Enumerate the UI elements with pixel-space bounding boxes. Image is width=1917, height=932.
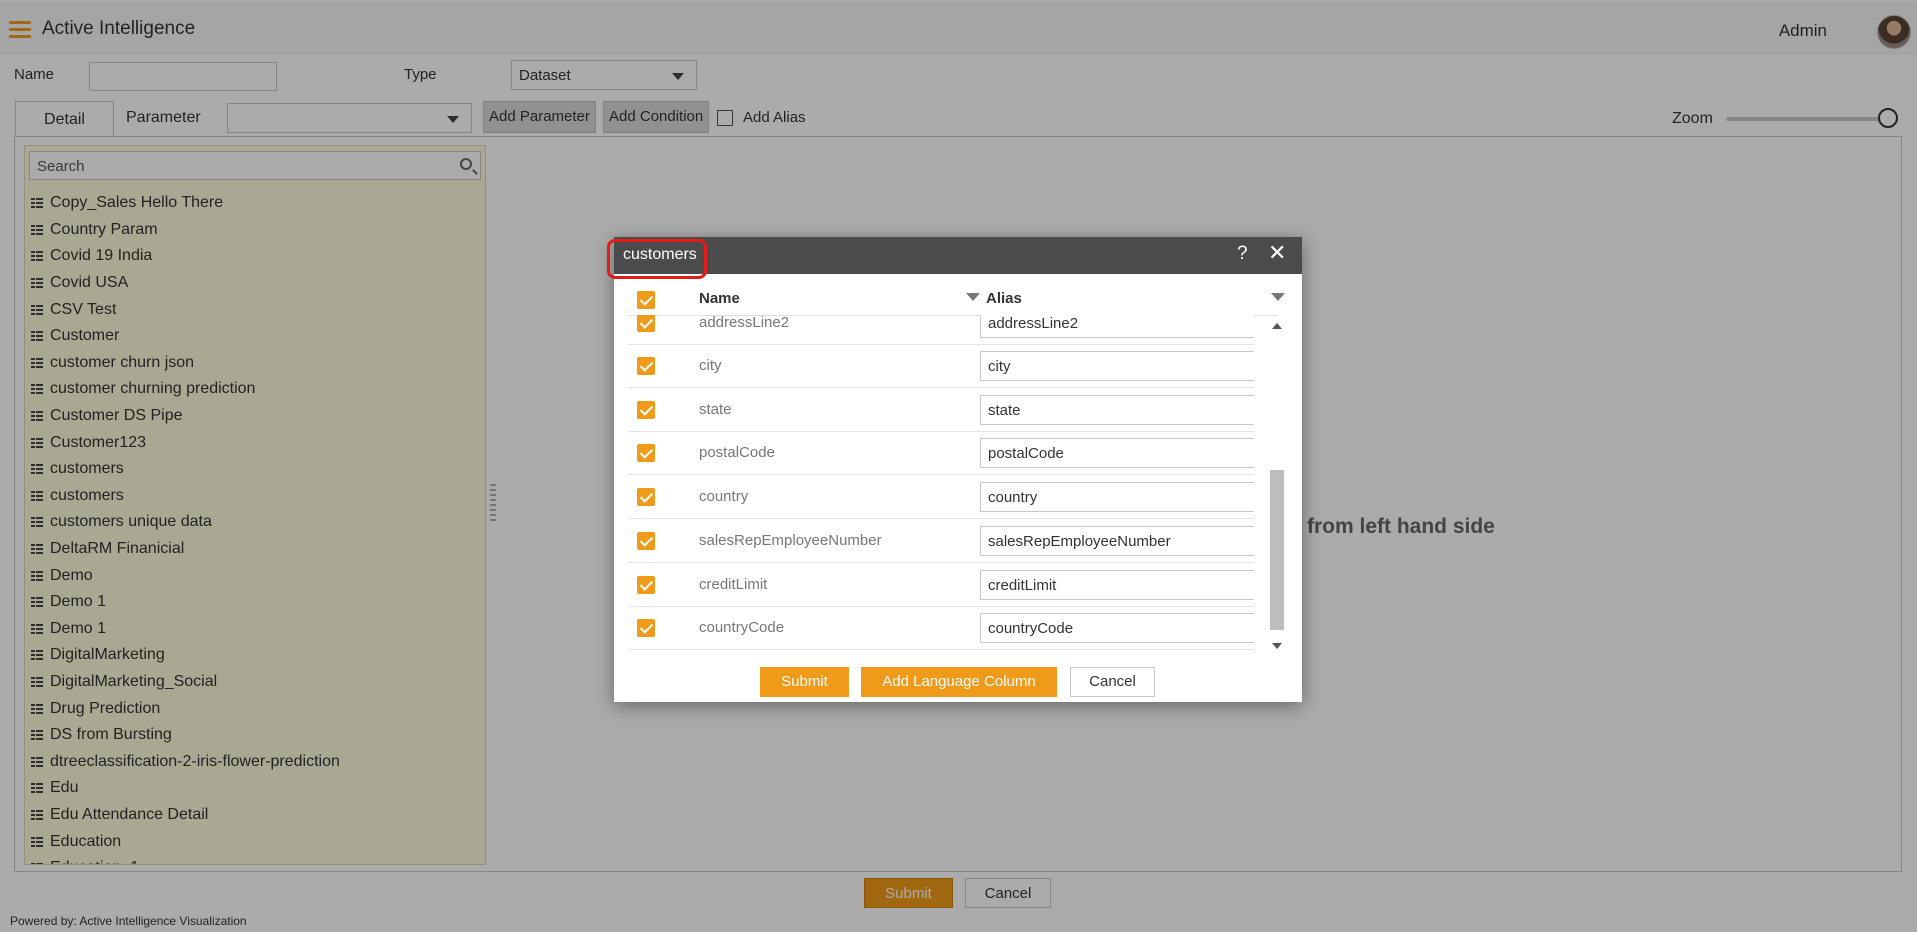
- alias-dialog: customers ? ✕ Name Alias addressLine2 add…: [607, 237, 1302, 702]
- column-name: salesRepEmployeeNumber: [699, 532, 882, 549]
- filter-icon[interactable]: [966, 293, 980, 301]
- column-header-alias: Alias: [986, 290, 1022, 307]
- column-row: postalCode postalCode: [628, 431, 1254, 475]
- row-checkbox[interactable]: [637, 401, 655, 419]
- column-row: city city: [628, 344, 1254, 388]
- column-name: city: [699, 357, 722, 374]
- close-icon[interactable]: ✕: [1268, 240, 1286, 266]
- column-name: creditLimit: [699, 576, 768, 593]
- column-name: countryCode: [699, 619, 785, 636]
- dialog-header: customers ? ✕: [607, 237, 1302, 279]
- column-row: countryCode countryCode: [628, 606, 1254, 650]
- dialog-cancel-button[interactable]: Cancel: [1070, 667, 1155, 697]
- add-language-column-button[interactable]: Add Language Column: [861, 667, 1057, 697]
- row-checkbox[interactable]: [637, 619, 655, 637]
- column-row: salesRepEmployeeNumber salesRepEmployeeNu…: [628, 519, 1254, 563]
- row-checkbox[interactable]: [637, 357, 655, 375]
- dialog-submit-button[interactable]: Submit: [760, 667, 849, 697]
- dialog-title: customers: [607, 239, 707, 279]
- scrollbar-thumb[interactable]: [1270, 470, 1284, 630]
- help-icon[interactable]: ?: [1237, 243, 1248, 265]
- row-checkbox[interactable]: [637, 532, 655, 550]
- row-checkbox[interactable]: [637, 576, 655, 594]
- title-highlight-annotation: [607, 239, 707, 279]
- column-name: postalCode: [699, 444, 775, 461]
- column-name: country: [699, 488, 749, 505]
- alias-input[interactable]: country: [980, 482, 1254, 512]
- alias-input[interactable]: countryCode: [980, 613, 1254, 643]
- dialog-scrollbar[interactable]: [1270, 323, 1284, 653]
- column-name: state: [699, 401, 732, 418]
- row-checkbox[interactable]: [637, 488, 655, 506]
- scroll-down-icon[interactable]: [1272, 643, 1282, 649]
- row-checkbox[interactable]: [637, 315, 655, 332]
- alias-input[interactable]: addressLine2: [980, 315, 1254, 338]
- column-row: state state: [628, 388, 1254, 432]
- row-checkbox[interactable]: [637, 444, 655, 462]
- alias-input[interactable]: postalCode: [980, 438, 1254, 468]
- column-row: addressLine2 addressLine2: [628, 315, 1254, 345]
- alias-input[interactable]: salesRepEmployeeNumber: [980, 526, 1254, 556]
- column-row: country country: [628, 475, 1254, 519]
- alias-input[interactable]: state: [980, 395, 1254, 425]
- column-table-header: Name Alias: [628, 283, 1285, 316]
- column-rows: addressLine2 addressLine2 city city state sta…: [628, 315, 1254, 655]
- column-header-name: Name: [699, 290, 740, 307]
- column-name: addressLine2: [699, 315, 790, 331]
- select-all-checkbox[interactable]: [637, 291, 655, 309]
- alias-input[interactable]: city: [980, 351, 1254, 381]
- scroll-up-icon[interactable]: [1272, 323, 1282, 329]
- alias-input[interactable]: creditLimit: [980, 570, 1254, 600]
- filter-icon[interactable]: [1271, 293, 1285, 301]
- column-row: creditLimit creditLimit: [628, 563, 1254, 607]
